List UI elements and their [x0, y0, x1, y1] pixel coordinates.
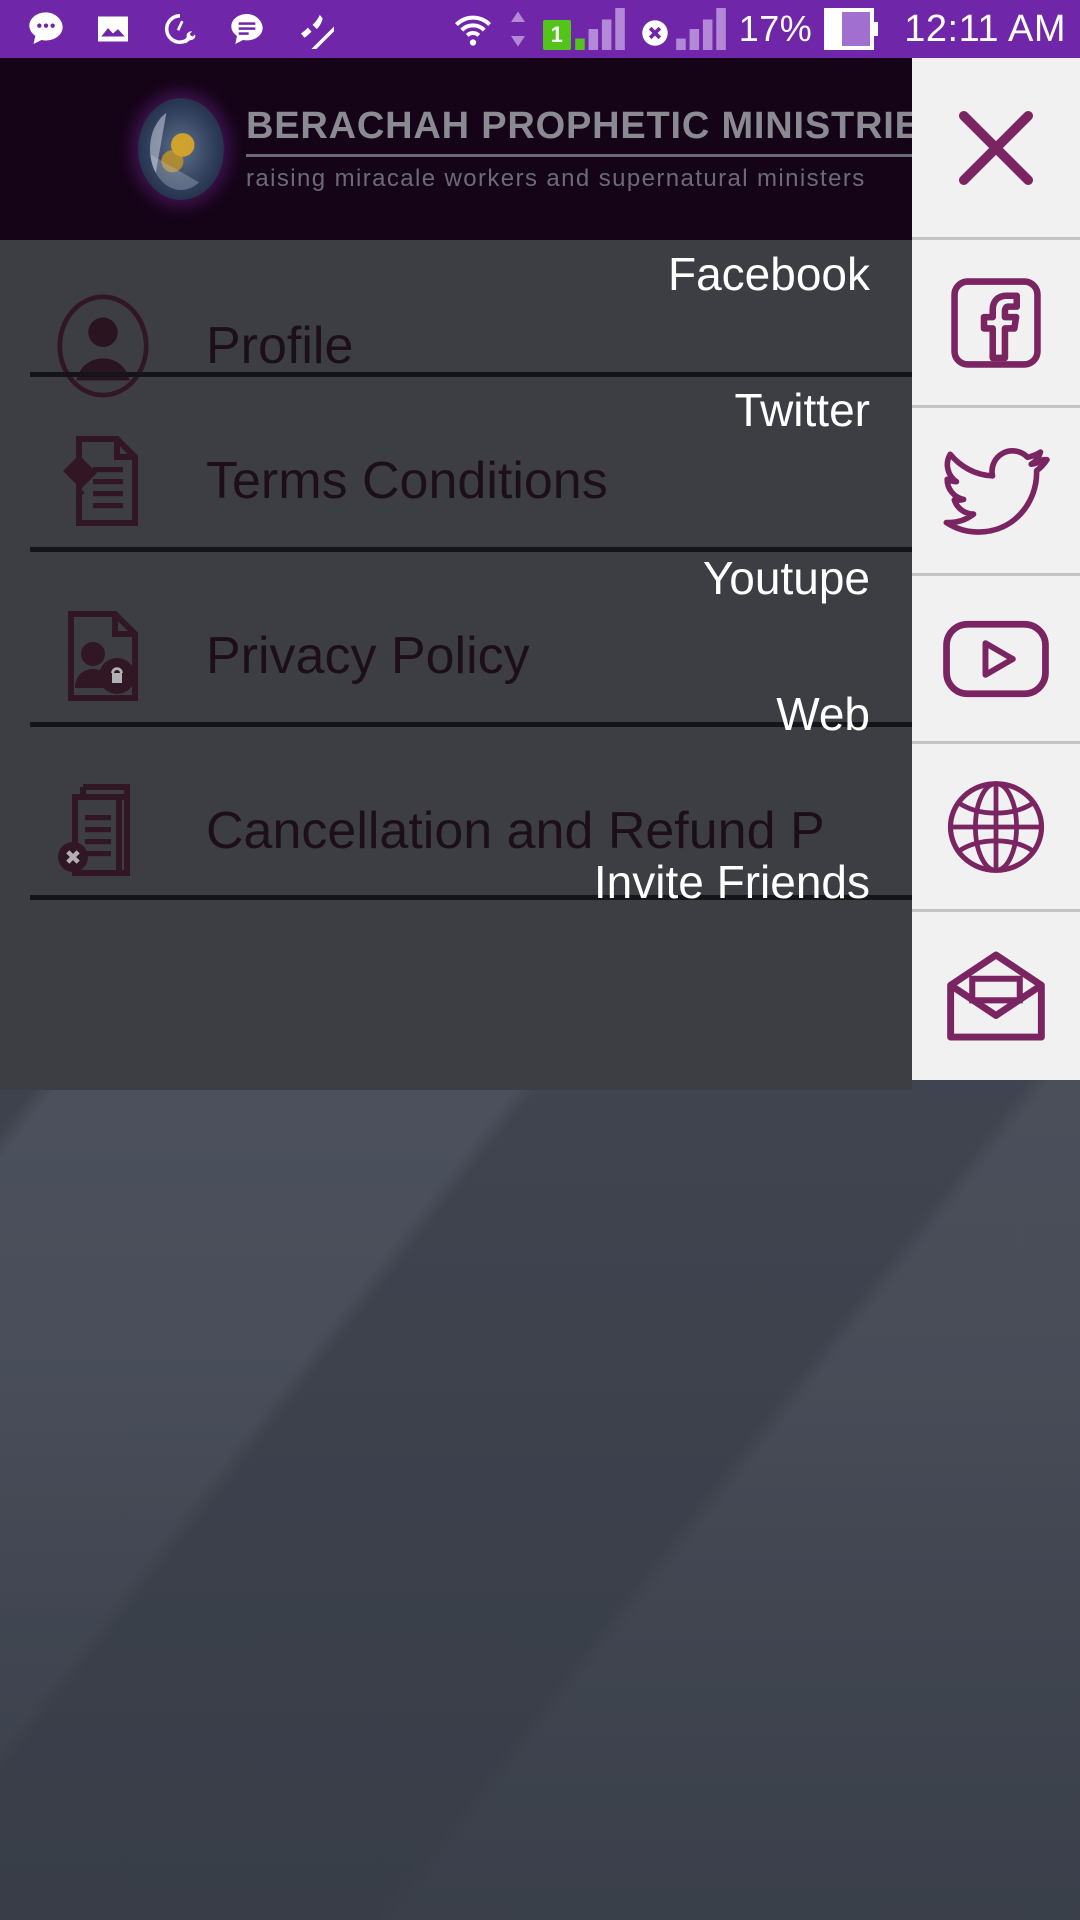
navigation-drawer[interactable]: Profile Terms Conditions Privacy Policy … [0, 240, 1080, 1090]
status-clock: 12:11 AM [904, 7, 1066, 50]
brand: BERACHAH PROPHETIC MINISTRIES raising mi… [138, 98, 947, 200]
document-cancel-icon [48, 781, 158, 881]
wifi-icon [454, 15, 491, 46]
battery-icon [824, 8, 879, 50]
twitter-bird-icon [943, 447, 1050, 535]
share-label-twitter[interactable]: Twitter [735, 383, 870, 437]
share-button-web[interactable] [912, 744, 1080, 912]
share-button-youtube[interactable] [912, 576, 1080, 744]
share-panel[interactable] [912, 58, 1080, 1080]
data-arrows-icon [510, 11, 525, 47]
document-pencil-icon [48, 431, 158, 531]
battery-percent: 17% [738, 8, 813, 49]
share-label-youtube[interactable]: Youtupe [703, 551, 870, 605]
share-button-twitter[interactable] [912, 408, 1080, 576]
app-title: BERACHAH PROPHETIC MINISTRIES [246, 105, 947, 157]
share-label-web[interactable]: Web [776, 687, 870, 741]
close-x-icon [958, 110, 1034, 185]
signal-bars-no-service-icon [675, 8, 726, 50]
image-icon [98, 16, 128, 42]
sidebar-item-label: Profile [206, 317, 354, 375]
speedometer-wrench-icon [164, 13, 196, 44]
message-icon [231, 14, 263, 44]
share-label-invite-friends[interactable]: Invite Friends [594, 855, 870, 909]
sidebar-item-label: Cancellation and Refund P [206, 802, 825, 860]
sim1-indicator: 1 [542, 8, 626, 50]
share-label-facebook[interactable]: Facebook [668, 247, 870, 301]
status-system-icons: 1 17% 12:11 AM [453, 8, 1066, 51]
globe-hand-logo [138, 98, 224, 200]
sim1-badge: 1 [542, 20, 571, 50]
globe-web-icon [947, 780, 1045, 873]
app-tagline: raising miracale workers and supernatura… [246, 165, 866, 192]
document-person-lock-icon [48, 606, 158, 706]
chat-bubble-icon [29, 12, 63, 45]
envelope-open-icon [947, 951, 1045, 1041]
wallpaper-haze [0, 1360, 1080, 1920]
sidebar-item-label: Privacy Policy [206, 627, 530, 685]
share-button-invite-friends[interactable] [912, 912, 1080, 1080]
youtube-icon [943, 620, 1049, 697]
close-button[interactable] [912, 58, 1080, 240]
share-button-facebook[interactable] [912, 240, 1080, 408]
no-service-icon [641, 20, 668, 46]
status-notification-icons [26, 9, 334, 49]
mute-icon [301, 14, 334, 49]
app-header: BERACHAH PROPHETIC MINISTRIES raising mi… [0, 58, 947, 240]
sidebar-item-label: Terms Conditions [206, 452, 608, 510]
signal-bars-icon [574, 8, 625, 50]
facebook-icon [951, 277, 1041, 368]
status-bar[interactable]: 1 17% 12:11 AM [0, 0, 1080, 58]
sim2-indicator [638, 8, 727, 50]
